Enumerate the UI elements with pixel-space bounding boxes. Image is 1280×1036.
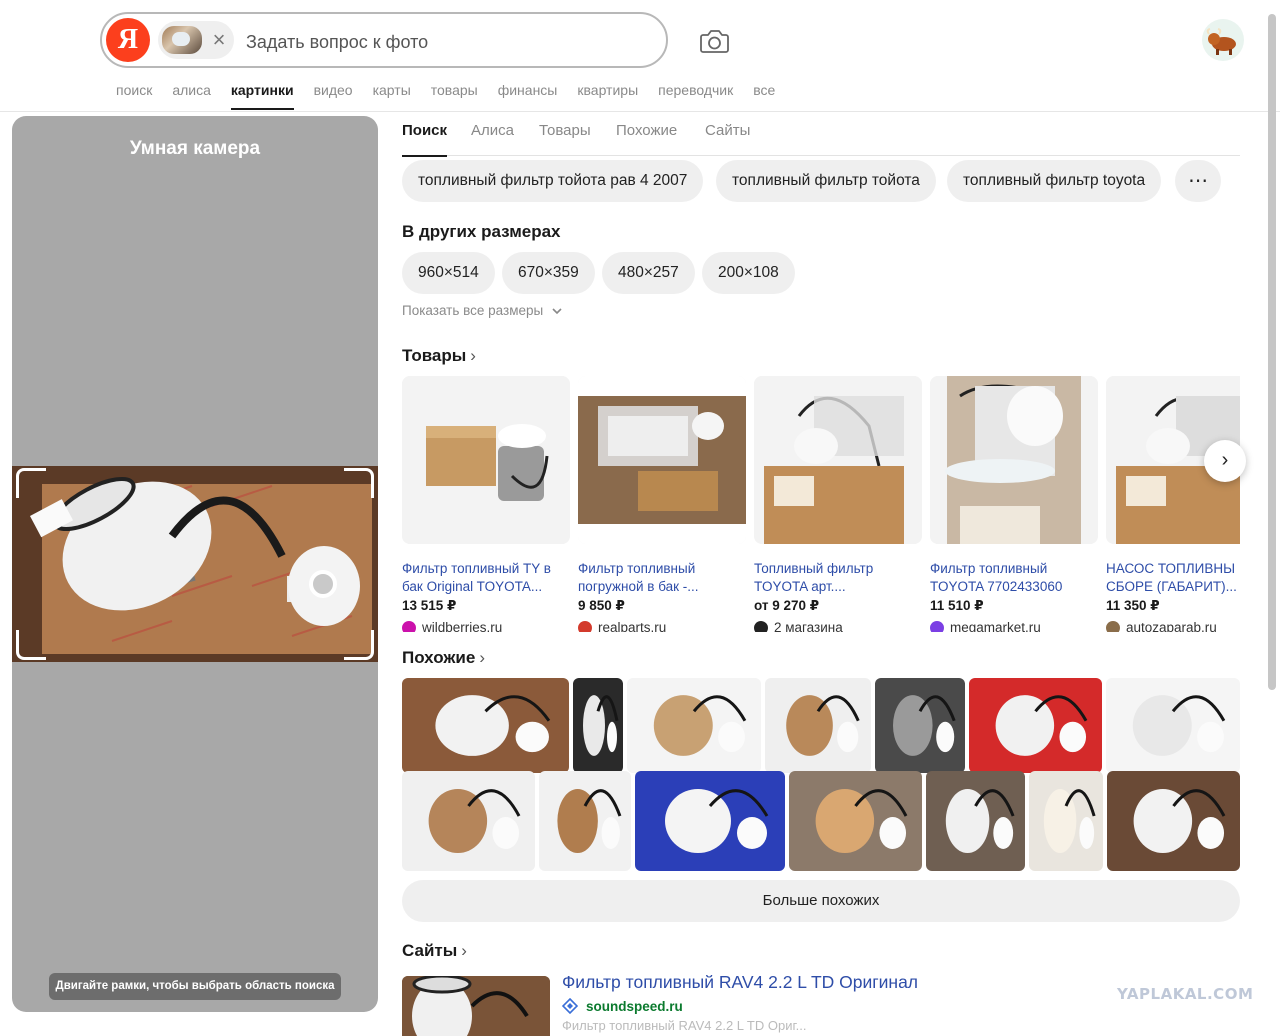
shop-icon	[402, 621, 416, 632]
shop-icon	[1106, 621, 1120, 632]
yandex-logo[interactable]: Я	[106, 18, 150, 62]
shop-icon	[930, 621, 944, 632]
product-shop-name: megamarket.ru	[950, 620, 1041, 632]
query-image-chip[interactable]: ×	[158, 21, 234, 59]
product-shop[interactable]: 2 магазина	[754, 619, 922, 632]
product-title[interactable]: Фильтр топливный погружной в бак -...	[578, 560, 746, 596]
close-icon[interactable]: ×	[208, 27, 230, 53]
shop-icon	[578, 621, 592, 632]
similar-image[interactable]	[1029, 771, 1103, 871]
product-shop-name: autozaparab.ru	[1126, 620, 1217, 632]
product-card[interactable]: Фильтр топливный погружной в бак -... 9 8…	[578, 376, 746, 632]
service-nav: поиск алиса картинки видео карты товары финанс…	[116, 80, 795, 110]
crop-hint: Двигайте рамки, чтобы выбрать область по…	[49, 973, 341, 1000]
similar-image[interactable]	[402, 771, 535, 871]
product-image[interactable]	[578, 376, 746, 544]
nav-item-9[interactable]: все	[753, 80, 775, 110]
product-title[interactable]: Фильтр топливный TY в бак Original TOYOT…	[402, 560, 570, 596]
crop-handle-top-left[interactable]	[16, 468, 46, 498]
nav-item-1[interactable]: алиса	[172, 80, 211, 110]
product-card[interactable]: НАСОС ТОПЛИВНЫ СБОРЕ (ГАБАРИТ)... 11 350 …	[1106, 376, 1240, 632]
more-similar-button[interactable]: Больше похожих	[402, 880, 1240, 922]
nav-item-5[interactable]: товары	[431, 80, 478, 110]
sites-title-link[interactable]: Сайты ›	[402, 941, 467, 961]
similar-image[interactable]	[627, 678, 761, 773]
product-card[interactable]: Фильтр топливный TOYOTA 7702433060 11 510…	[930, 376, 1098, 632]
nav-item-2[interactable]: картинки	[230, 80, 294, 110]
nav-item-8[interactable]: переводчик	[658, 80, 733, 110]
product-price: 11 510 ₽	[930, 598, 984, 613]
product-title[interactable]: Топливный фильтр TOYOTA арт....	[754, 560, 922, 596]
similar-title-link[interactable]: Похожие ›	[402, 648, 485, 668]
product-image[interactable]	[930, 376, 1098, 544]
product-carousel: Фильтр топливный TY в бак Original TOYOT…	[402, 112, 1240, 632]
product-shop-name: wildberries.ru	[422, 620, 503, 632]
similar-image[interactable]	[875, 678, 965, 773]
nav-item-3[interactable]: видео	[314, 80, 353, 110]
carousel-next-button[interactable]: ›	[1204, 440, 1246, 482]
query-photo	[12, 466, 378, 662]
similar-image[interactable]	[926, 771, 1025, 871]
nav-item-0[interactable]: поиск	[116, 80, 152, 110]
results-content: Поиск Алиса Товары Похожие Сайты топливный ф…	[402, 112, 1246, 1036]
product-image[interactable]	[754, 376, 922, 544]
product-price: 13 515 ₽	[402, 598, 457, 613]
crop-handle-bottom-left[interactable]	[16, 630, 46, 660]
shop-icon	[754, 621, 768, 632]
search-input[interactable]	[246, 28, 646, 56]
avatar[interactable]	[1202, 19, 1244, 61]
product-shop[interactable]: autozaparab.ru	[1106, 619, 1240, 632]
similar-title: Похожие	[402, 648, 476, 667]
product-title[interactable]: Фильтр топливный TOYOTA 7702433060	[930, 560, 1098, 596]
nav-item-7[interactable]: квартиры	[577, 80, 638, 110]
camera-icon[interactable]	[696, 24, 732, 58]
similar-image[interactable]	[1106, 678, 1240, 773]
site-result-domain[interactable]: soundspeed.ru	[562, 998, 683, 1014]
similar-image[interactable]	[539, 771, 631, 871]
similar-image[interactable]	[969, 678, 1102, 773]
product-shop[interactable]: wildberries.ru	[402, 619, 570, 632]
watermark: YAPLAKAL.COM	[1117, 985, 1254, 1003]
site-result-snippet: Фильтр топливный RAV4 2.2 L TD Ориг...	[562, 1018, 807, 1033]
product-price: 11 350 ₽	[1106, 598, 1160, 613]
similar-image[interactable]	[789, 771, 922, 871]
product-price: от 9 270 ₽	[754, 598, 820, 613]
header: Я × поиск алиса картинки видео карты товары фи…	[0, 0, 1280, 112]
product-price: 9 850 ₽	[578, 598, 625, 613]
product-shop-name: realparts.ru	[598, 620, 667, 632]
sites-title: Сайты	[402, 941, 458, 960]
query-image-thumbnail	[162, 26, 202, 54]
product-image[interactable]	[402, 376, 570, 544]
scrollbar[interactable]	[1268, 14, 1276, 690]
similar-image[interactable]	[635, 771, 785, 871]
product-title[interactable]: НАСОС ТОПЛИВНЫ СБОРЕ (ГАБАРИТ)...	[1106, 560, 1240, 596]
site-result-domain-text: soundspeed.ru	[586, 998, 683, 1014]
crop-handle-top-right[interactable]	[344, 468, 374, 498]
site-result-title[interactable]: Фильтр топливный RAV4 2.2 L TD Оригинал	[562, 972, 918, 993]
site-result-thumbnail[interactable]	[402, 976, 550, 1036]
smart-camera-title: Умная камера	[129, 138, 261, 159]
site-favicon-icon	[562, 998, 578, 1014]
product-shop[interactable]: megamarket.ru	[930, 619, 1098, 632]
smart-camera-panel: Умная камера Двигайте рамки, чтобы выбра…	[12, 116, 378, 1012]
nav-item-6[interactable]: финансы	[498, 80, 558, 110]
product-card[interactable]: Фильтр топливный TY в бак Original TOYOT…	[402, 376, 570, 632]
nav-item-4[interactable]: карты	[373, 80, 411, 110]
similar-image[interactable]	[765, 678, 871, 773]
product-shop[interactable]: realparts.ru	[578, 619, 746, 632]
product-shop-name: 2 магазина	[774, 620, 843, 632]
similar-image[interactable]	[573, 678, 623, 773]
crop-handle-bottom-right[interactable]	[344, 630, 374, 660]
product-card[interactable]: Топливный фильтр TOYOTA арт.... от 9 270 …	[754, 376, 922, 632]
chevron-right-icon: ›	[461, 941, 467, 960]
chevron-right-icon: ›	[479, 648, 486, 667]
similar-image[interactable]	[402, 678, 569, 773]
similar-image[interactable]	[1107, 771, 1240, 871]
search-box[interactable]: Я ×	[100, 12, 668, 68]
